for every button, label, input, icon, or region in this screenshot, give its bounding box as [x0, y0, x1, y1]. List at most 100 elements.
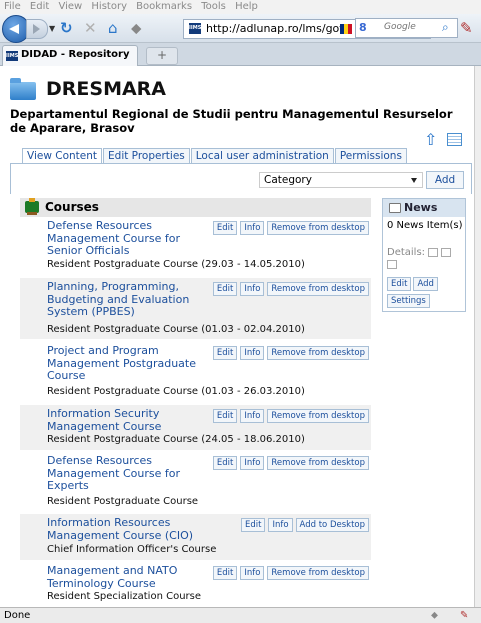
details-view-icon[interactable] [428, 247, 439, 257]
news-heading: News [404, 201, 438, 214]
status-bar: Done ⬥ ✎ [0, 607, 481, 623]
course-row: Defense Resources Management Course for … [20, 217, 371, 275]
edit-button[interactable]: Edit [212, 346, 238, 360]
menu-bar: File Edit View History Bookmarks Tools H… [0, 0, 481, 14]
course-title-link[interactable]: Project and Program Management Postgradu… [47, 344, 197, 383]
course-row: Information Security Management Course E… [20, 405, 371, 450]
tab-view-content[interactable]: View Content [22, 148, 103, 164]
info-button[interactable]: Info [240, 409, 265, 423]
info-button[interactable]: Info [240, 566, 265, 580]
news-settings-button[interactable]: Settings [387, 294, 430, 308]
details-list-icon[interactable] [441, 247, 452, 257]
search-box[interactable]: 8 ⌕ [355, 18, 458, 38]
content-tabs: View Content Edit Properties Local user … [22, 148, 408, 164]
info-button[interactable]: Info [240, 456, 265, 470]
news-portlet: News 0 News Item(s) Details: Edit Add Sett… [382, 198, 466, 312]
vertical-scrollbar[interactable] [474, 66, 481, 607]
course-title-link[interactable]: Information Security Management Course [47, 407, 197, 433]
stop-icon[interactable]: ✕ [84, 19, 97, 37]
remove-from-desktop-button[interactable]: Remove from desktop [267, 566, 369, 580]
remove-from-desktop-button[interactable]: Remove from desktop [267, 409, 369, 423]
security-icon[interactable]: ⬥ [431, 608, 438, 623]
tab-local-user-administration[interactable]: Local user administration [190, 148, 334, 163]
courses-heading: Courses [45, 200, 99, 214]
addon-icon[interactable]: ✎ [460, 19, 473, 37]
up-folder-icon[interactable]: ⇧ [424, 132, 437, 148]
course-row: Defense Resources Management Course for … [20, 452, 371, 512]
menu-bookmarks[interactable]: Bookmarks [136, 1, 192, 12]
edit-button[interactable]: Edit [212, 566, 238, 580]
tab-permissions[interactable]: Permissions [334, 148, 407, 163]
add-button[interactable]: Add [426, 171, 464, 189]
info-button[interactable]: Info [240, 221, 265, 235]
menu-file[interactable]: File [4, 1, 21, 12]
info-button[interactable]: Info [268, 518, 293, 532]
folder-icon [10, 78, 36, 100]
details-grid-icon[interactable] [387, 259, 397, 269]
edit-button[interactable]: Edit [240, 518, 266, 532]
status-text: Done [4, 610, 31, 621]
course-row: Planning, Programming, Budgeting and Eva… [20, 278, 371, 339]
page-content: DRESMARA Departamentul Regional de Studi… [0, 66, 481, 607]
edit-button[interactable]: Edit [212, 221, 238, 235]
sidebar-toggle-icon[interactable]: ⬥ [131, 19, 142, 37]
course-title-link[interactable]: Defense Resources Management Course for … [47, 454, 197, 493]
google-icon[interactable]: 8 [359, 21, 367, 35]
course-title-link[interactable]: Information Resources Management Course … [47, 516, 222, 542]
forward-icon[interactable] [26, 19, 48, 39]
menu-tools[interactable]: Tools [201, 1, 226, 12]
menu-history[interactable]: History [91, 1, 127, 12]
news-header: News [383, 199, 465, 217]
flag-icon [340, 24, 352, 34]
home-icon[interactable]: ⌂ [108, 19, 118, 37]
remove-from-desktop-button[interactable]: Remove from desktop [267, 282, 369, 296]
edit-button[interactable]: Edit [212, 456, 238, 470]
search-icon[interactable]: ⌕ [442, 19, 449, 35]
new-tab-button[interactable]: + [146, 47, 178, 65]
course-row: Management and NATO Terminology Course E… [20, 562, 371, 607]
info-button[interactable]: Info [240, 282, 265, 296]
remove-from-desktop-button[interactable]: Remove from desktop [267, 346, 369, 360]
search-input[interactable] [384, 20, 438, 34]
news-add-button[interactable]: Add [413, 277, 438, 291]
course-title-link[interactable]: Planning, Programming, Budgeting and Eva… [47, 280, 197, 319]
news-count: 0 News Item(s) [387, 220, 463, 231]
edit-button[interactable]: Edit [212, 409, 238, 423]
course-description: Resident Postgraduate Course (01.03 - 26… [47, 386, 305, 397]
addon-status-icon[interactable]: ✎ [460, 608, 468, 623]
news-edit-button[interactable]: Edit [387, 277, 412, 291]
list-view-icon[interactable] [447, 133, 462, 146]
remove-from-desktop-button[interactable]: Remove from desktop [267, 221, 369, 235]
category-select-value: Category [264, 174, 312, 186]
add-to-desktop-button[interactable]: Add to Desktop [295, 518, 369, 532]
courses-icon [25, 198, 39, 215]
url-text: http://adlunap.ro/lms/got [206, 22, 344, 35]
tab-edit-properties[interactable]: Edit Properties [103, 148, 190, 163]
course-description: Resident Postgraduate Course (24.05 - 18… [47, 434, 305, 445]
course-description: Resident Specialization Course [47, 591, 202, 602]
news-details: Details: [387, 247, 465, 271]
menu-help[interactable]: Help [235, 1, 258, 12]
tab-strip: IIMS DIDAD - Repository + [0, 43, 481, 66]
site-favicon-icon: IIMS [189, 23, 201, 34]
edit-button[interactable]: Edit [212, 282, 238, 296]
reload-icon[interactable]: ↻ [60, 19, 73, 37]
course-title-link[interactable]: Defense Resources Management Course for … [47, 219, 197, 258]
info-button[interactable]: Info [240, 346, 265, 360]
tab-favicon-icon: IIMS [6, 51, 19, 61]
news-details-label: Details: [387, 247, 426, 258]
page-subtitle: Departamentul Regional de Studii pentru … [10, 107, 453, 135]
course-description: Resident Postgraduate Course [47, 496, 199, 507]
page-title: DRESMARA [46, 78, 167, 100]
browser-tab[interactable]: IIMS DIDAD - Repository [2, 45, 138, 66]
course-title-link[interactable]: Management and NATO Terminology Course [47, 564, 197, 590]
remove-from-desktop-button[interactable]: Remove from desktop [267, 456, 369, 470]
news-icon [389, 203, 401, 213]
history-dropdown-icon[interactable]: ▼ [49, 24, 55, 33]
course-description: Resident Postgraduate Course (29.03 - 14… [47, 259, 305, 270]
menu-view[interactable]: View [58, 1, 82, 12]
news-actions: Edit Add Settings [387, 276, 459, 310]
course-row: Information Resources Management Course … [20, 514, 371, 560]
category-select[interactable]: Category [259, 172, 423, 188]
menu-edit[interactable]: Edit [30, 1, 49, 12]
